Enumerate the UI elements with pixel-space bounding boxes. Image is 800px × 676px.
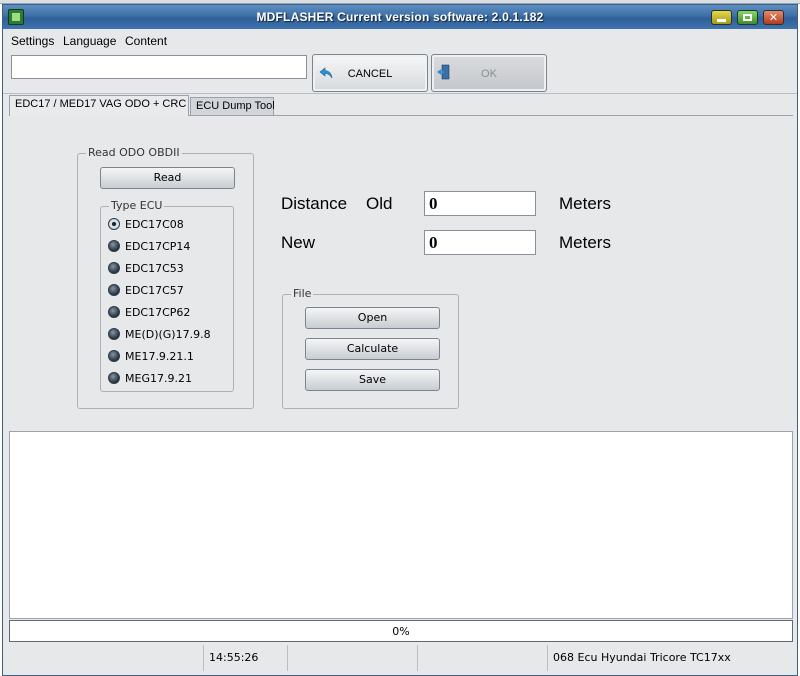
ecu-option-label: EDC17C53 <box>125 261 184 275</box>
ecu-option-label: ME(D)(G)17.9.8 <box>125 327 211 341</box>
open-button[interactable]: Open <box>305 307 440 329</box>
menu-settings[interactable]: Settings <box>11 34 54 48</box>
status-cell-empty <box>287 645 417 671</box>
ecu-option-label: ME17.9.21.1 <box>125 349 194 363</box>
type-ecu-group: Type ECU EDC17C08 EDC17CP14 EDC17C53 EDC… <box>100 199 234 392</box>
ok-label: OK <box>481 68 497 80</box>
menu-language[interactable]: Language <box>63 34 116 48</box>
tab-panel: Read ODO OBDII Read Type ECU EDC17C08 ED… <box>9 115 793 431</box>
maximize-icon <box>743 14 752 21</box>
ecu-option-label: EDC17C57 <box>125 283 184 297</box>
ecu-option[interactable]: EDC17CP14 <box>108 238 190 254</box>
progress-bar: 0% <box>9 620 793 642</box>
read-button[interactable]: Read <box>100 167 235 189</box>
old-label: Old <box>366 194 393 213</box>
status-time: 14:55:26 <box>203 645 287 671</box>
log-output[interactable] <box>9 431 793 619</box>
cancel-button[interactable]: CANCEL <box>312 54 428 92</box>
ecu-option-label: EDC17C08 <box>125 217 184 231</box>
menu-content[interactable]: Content <box>125 34 167 48</box>
cancel-label: CANCEL <box>347 68 393 80</box>
close-icon: ✕ <box>768 11 779 24</box>
progress-text: 0% <box>392 625 410 638</box>
save-button[interactable]: Save <box>305 369 440 391</box>
tab-edc17-odo[interactable]: EDC17 / MED17 VAG ODO + CRC <box>9 95 189 116</box>
radio-icon <box>108 284 120 296</box>
minimize-icon <box>717 19 726 22</box>
ecu-option[interactable]: EDC17C08 <box>108 216 184 232</box>
minimize-button[interactable] <box>711 10 732 25</box>
ecu-option[interactable]: ME17.9.21.1 <box>108 348 194 364</box>
status-bar: 14:55:26 068 Ecu Hyundai Tricore TC17xx <box>9 645 793 671</box>
radio-icon <box>108 306 120 318</box>
new-label: New <box>281 233 316 252</box>
toolbar-divider <box>3 93 797 94</box>
calculate-button[interactable]: Calculate <box>305 338 440 360</box>
ecu-option[interactable]: EDC17C53 <box>108 260 184 276</box>
radio-icon <box>108 328 120 340</box>
maximize-button[interactable] <box>737 10 758 25</box>
old-unit-label: Meters <box>559 194 611 213</box>
path-input[interactable] <box>11 55 307 79</box>
type-ecu-group-title: Type ECU <box>109 199 165 212</box>
old-distance-field[interactable] <box>424 191 536 216</box>
read-odo-group-title: Read ODO OBDII <box>86 146 182 159</box>
ecu-option[interactable]: EDC17C57 <box>108 282 184 298</box>
ok-button[interactable]: OK <box>431 54 547 92</box>
new-distance-field[interactable] <box>424 230 536 255</box>
radio-icon <box>108 372 120 384</box>
title-bar[interactable]: MDFLASHER Current version software: 2.0.… <box>3 5 797 29</box>
close-button[interactable]: ✕ <box>763 10 784 25</box>
menu-bar: Settings Language Content <box>3 31 797 51</box>
file-group-title: File <box>291 287 314 300</box>
file-group: File Open Calculate Save <box>282 287 459 409</box>
window-title: MDFLASHER Current version software: 2.0.… <box>256 10 544 24</box>
ecu-option-label: MEG17.9.21 <box>125 371 192 385</box>
radio-icon <box>108 240 120 252</box>
ecu-option[interactable]: MEG17.9.21 <box>108 370 192 386</box>
app-window: MDFLASHER Current version software: 2.0.… <box>2 4 798 676</box>
status-ecu-info: 068 Ecu Hyundai Tricore TC17xx <box>547 645 793 671</box>
status-cell-empty <box>9 645 203 671</box>
ecu-option[interactable]: EDC17CP62 <box>108 304 190 320</box>
ecu-option-label: EDC17CP14 <box>125 239 191 253</box>
read-odo-group: Read ODO OBDII Read Type ECU EDC17C08 ED… <box>77 146 254 409</box>
tab-ecu-dump-tool[interactable]: ECU Dump Tool <box>190 97 275 115</box>
ecu-option-label: EDC17CP62 <box>125 305 191 319</box>
distance-label: Distance <box>281 194 348 213</box>
new-unit-label: Meters <box>559 233 611 252</box>
radio-icon <box>108 350 120 362</box>
status-cell-empty <box>417 645 547 671</box>
ecu-option[interactable]: ME(D)(G)17.9.8 <box>108 326 211 342</box>
radio-icon <box>108 262 120 274</box>
radio-checked-icon <box>108 218 120 230</box>
